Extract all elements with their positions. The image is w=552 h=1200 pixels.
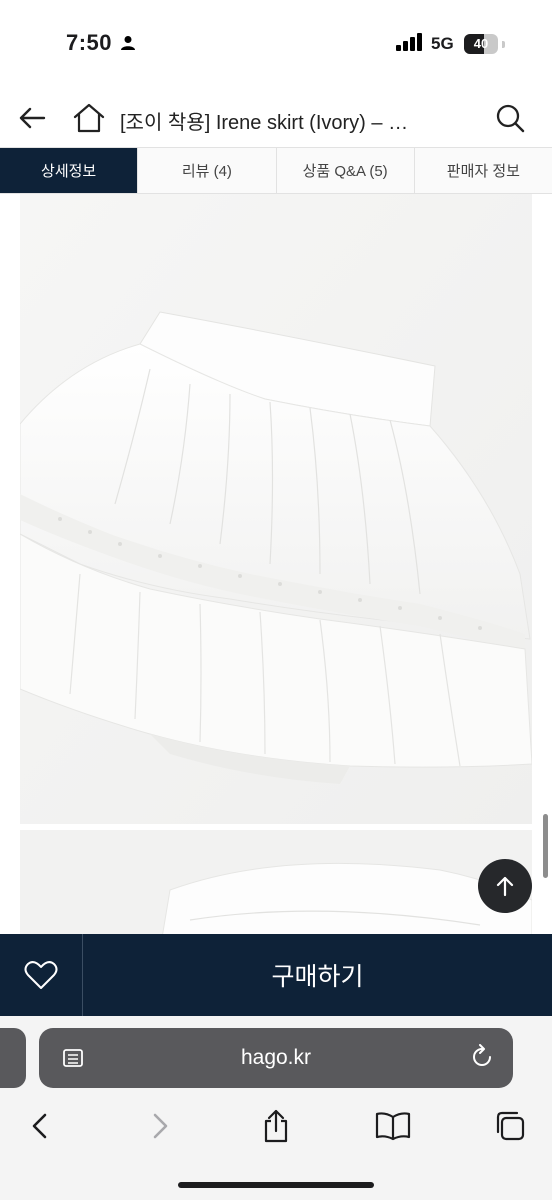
signal-icon bbox=[396, 33, 422, 51]
wishlist-button[interactable] bbox=[0, 934, 83, 1016]
product-tabs: 상세정보 리뷰 (4) 상품 Q&A (5) 판매자 정보 bbox=[0, 147, 552, 194]
battery-icon: 40 bbox=[464, 34, 506, 59]
tab-reviews[interactable]: 리뷰 (4) bbox=[138, 148, 277, 193]
chevron-left-icon bbox=[32, 1113, 47, 1139]
share-icon bbox=[264, 1109, 288, 1143]
previous-tab-preview[interactable] bbox=[0, 1028, 26, 1088]
status-time: 7:50 bbox=[66, 30, 113, 55]
home-indicator[interactable] bbox=[178, 1182, 374, 1188]
battery-level: 40 bbox=[473, 36, 489, 51]
scroll-indicator[interactable] bbox=[543, 814, 548, 878]
tabs-button[interactable] bbox=[488, 1104, 532, 1148]
person-icon bbox=[121, 36, 135, 50]
url-text: hago.kr bbox=[240, 1046, 312, 1069]
page-title: [조이 착용] Irene skirt (Ivory) – … bbox=[120, 112, 409, 134]
address-bar[interactable]: hago.kr bbox=[39, 1028, 513, 1088]
product-photo bbox=[20, 830, 532, 934]
product-photo bbox=[20, 194, 532, 824]
share-button[interactable] bbox=[254, 1104, 298, 1148]
scroll-to-top-button[interactable] bbox=[478, 859, 532, 913]
buy-button[interactable]: 구매하기 bbox=[83, 934, 552, 1016]
status-bar: 7:50 5G 40 bbox=[0, 0, 552, 90]
network-label: 5G bbox=[431, 34, 454, 53]
bookmarks-button[interactable] bbox=[371, 1104, 415, 1148]
browser-chrome: hago.kr bbox=[0, 1016, 552, 1200]
heart-icon bbox=[24, 961, 58, 989]
tab-details[interactable]: 상세정보 bbox=[0, 148, 139, 193]
home-icon[interactable] bbox=[72, 102, 106, 134]
page-header: [조이 착용] Irene skirt (Ivory) – … bbox=[0, 90, 552, 146]
arrow-up-icon bbox=[496, 876, 514, 897]
tab-seller-info[interactable]: 판매자 정보 bbox=[414, 148, 552, 193]
product-detail-content bbox=[0, 194, 552, 934]
tab-qna[interactable]: 상품 Q&A (5) bbox=[276, 148, 415, 193]
tabs-icon bbox=[496, 1111, 525, 1141]
search-icon[interactable] bbox=[494, 102, 526, 134]
book-icon bbox=[375, 1112, 411, 1141]
chevron-right-icon bbox=[153, 1113, 168, 1139]
reload-icon[interactable] bbox=[469, 1044, 495, 1070]
browser-toolbar bbox=[0, 1104, 552, 1150]
browser-back-button[interactable] bbox=[18, 1104, 62, 1148]
purchase-bar: 구매하기 bbox=[0, 934, 552, 1016]
back-arrow-icon[interactable] bbox=[16, 102, 48, 134]
browser-forward-button[interactable] bbox=[138, 1104, 182, 1148]
